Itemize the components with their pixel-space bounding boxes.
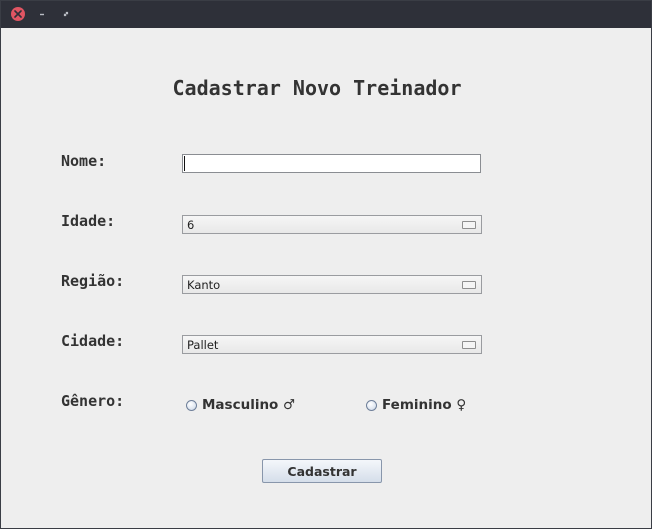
app-window: Cadastrar Novo Treinador Nome: Idade: 6 … (0, 0, 652, 529)
regiao-selected-value: Kanto (187, 278, 221, 292)
nome-label: Nome: (61, 152, 107, 170)
dropdown-arrow-icon (462, 221, 476, 229)
idade-label: Idade: (61, 212, 116, 230)
close-icon (14, 10, 22, 18)
radio-masculino-label: Masculino ♂ (202, 397, 296, 413)
title-bar[interactable] (1, 1, 651, 28)
cidade-label: Cidade: (61, 332, 125, 350)
idade-selected-value: 6 (187, 218, 195, 232)
dropdown-arrow-icon (462, 341, 476, 349)
genero-label: Gênero: (61, 392, 125, 410)
cidade-select[interactable]: Pallet (182, 335, 482, 354)
minimize-button[interactable] (35, 7, 49, 21)
idade-select[interactable]: 6 (182, 215, 482, 234)
page-title: Cadastrar Novo Treinador (172, 76, 462, 100)
radio-feminino-label: Feminino ♀ (382, 397, 467, 413)
text-caret (184, 156, 185, 171)
close-button[interactable] (11, 7, 25, 21)
maximize-icon (63, 11, 69, 17)
maximize-button[interactable] (59, 7, 73, 21)
nome-input[interactable] (182, 154, 481, 173)
radio-button-icon[interactable] (366, 399, 377, 411)
cidade-selected-value: Pallet (187, 338, 219, 352)
minimize-icon (40, 13, 44, 16)
radio-feminino[interactable]: Feminino ♀ (366, 397, 466, 413)
form-panel: Cadastrar Novo Treinador Nome: Idade: 6 … (1, 28, 651, 528)
radio-masculino[interactable]: Masculino ♂ (186, 397, 295, 413)
dropdown-arrow-icon (462, 281, 476, 289)
regiao-label: Região: (61, 272, 125, 290)
regiao-select[interactable]: Kanto (182, 275, 482, 294)
radio-button-icon[interactable] (186, 399, 197, 411)
cadastrar-button[interactable]: Cadastrar (262, 459, 382, 483)
